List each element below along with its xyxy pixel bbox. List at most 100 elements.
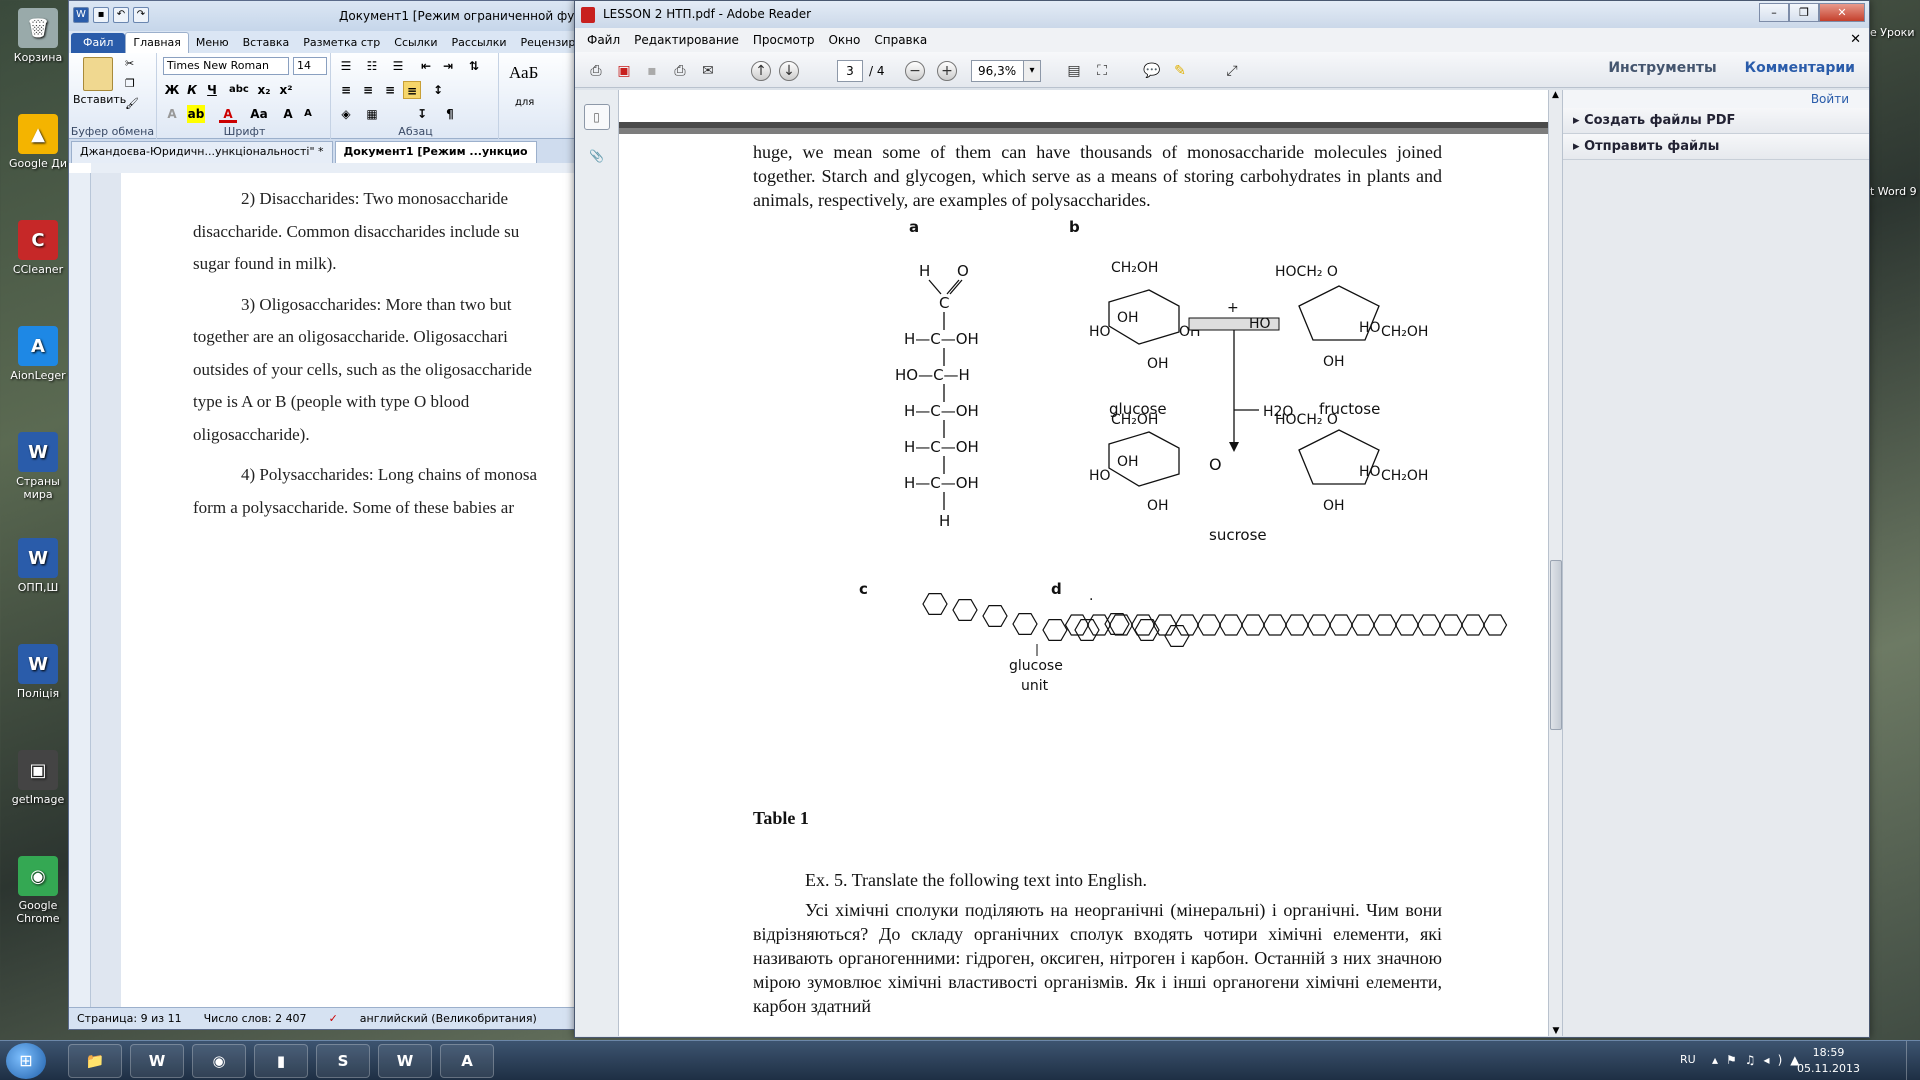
close-document-icon[interactable]: ✕ [1850,28,1861,52]
taskbar-app-button[interactable]: W [130,1044,184,1078]
justify-icon[interactable]: ≡ [403,81,421,99]
redo-icon[interactable]: ↷ [133,7,149,23]
document-tab[interactable]: Документ1 [Режим ...ункцио [334,141,537,163]
align-left-icon[interactable]: ≡ [337,81,355,99]
pdf-vertical-scrollbar[interactable]: ▲ ▼ [1548,90,1562,1036]
ribbon-tab[interactable]: Главная [125,32,189,53]
save-icon[interactable]: ▪ [641,60,663,82]
desktop-icon[interactable]: W Страны мира [8,432,68,501]
menu-item[interactable]: Редактирование [634,28,739,52]
fit-width-icon[interactable]: ⛶ [1091,60,1113,82]
taskbar-app-button[interactable]: ◉ [192,1044,246,1078]
change-case-icon[interactable]: Aa [247,105,271,123]
highlight-icon[interactable]: ✎ [1169,60,1191,82]
comments-tab[interactable]: Комментарии [1745,60,1855,76]
underline-button[interactable]: Ч [203,81,221,99]
system-clock[interactable]: 18:59 05.11.2013 [1797,1045,1860,1077]
italic-button[interactable]: К [183,81,201,99]
desktop-icon[interactable]: ▣ getImage [8,750,68,806]
undo-icon[interactable]: ↶ [113,7,129,23]
create-pdf-section[interactable]: ▸ Создать файлы PDF [1563,108,1869,134]
shading-icon[interactable]: ◈ [337,105,355,123]
login-link[interactable]: Войти [1563,90,1869,108]
superscript-button[interactable]: x² [277,81,295,99]
create-pdf-icon[interactable]: ⎙ [585,60,607,82]
ribbon-tab[interactable]: Ссылки [387,33,444,53]
desktop-icon[interactable]: ◉ Google Chrome [8,856,68,925]
page-thumbnails-icon[interactable]: ▯ [583,104,610,130]
desktop-icon[interactable]: C CCleaner [8,220,68,276]
desktop-icon[interactable]: 🗑 Корзина [8,8,68,64]
copy-icon[interactable]: ❐ [125,77,135,90]
grow-font-icon[interactable]: A [279,105,297,123]
taskbar-app-button[interactable]: A [440,1044,494,1078]
increase-indent-icon[interactable]: ⇥ [439,57,457,75]
export-pdf-icon[interactable]: ▣ [613,60,635,82]
print-icon[interactable]: ⎙ [669,60,691,82]
zoom-in-icon[interactable]: + [937,61,957,81]
ribbon-tab[interactable]: Разметка стр [296,33,387,53]
bold-button[interactable]: Ж [163,81,181,99]
save-icon[interactable]: ▪ [93,7,109,23]
page-number-input[interactable]: 3 [837,60,863,82]
taskbar-app-button[interactable]: S [316,1044,370,1078]
scroll-down-arrow[interactable]: ▼ [1549,1026,1562,1036]
zoom-level-select[interactable]: 96,3% [971,60,1041,82]
align-center-icon[interactable]: ≡ [359,81,377,99]
font-size-box[interactable]: 14 [293,57,327,75]
desktop-right-item[interactable]: t Word 9 [1870,181,1920,202]
multilevel-icon[interactable]: ☰ [389,57,407,75]
zoom-out-icon[interactable]: − [905,61,925,81]
word-window[interactable]: W ▪ ↶ ↷ Документ1 [Режим ограниченной фу… [68,0,588,1030]
desktop-icon[interactable]: A AionLeger [8,326,68,382]
ribbon-tab[interactable]: Меню [189,33,236,53]
text-effects-icon[interactable]: A [163,105,181,123]
attachments-icon[interactable]: 📎 [584,144,610,170]
taskbar-app-button[interactable]: ▮ [254,1044,308,1078]
format-painter-icon[interactable]: 🖌 [125,97,139,110]
word-document-area[interactable]: 2) Disaccharides: Two monosaccharide disa… [91,173,587,1009]
word-page[interactable]: 2) Disaccharides: Two monosaccharide disa… [121,173,587,1009]
decrease-indent-icon[interactable]: ⇤ [417,57,435,75]
maximize-button[interactable]: ❐ [1789,3,1819,22]
pdf-page[interactable]: huge, we mean some of them can have thou… [619,134,1548,1036]
document-tab[interactable]: Джандоєва-Юридичн...ункціональності" * [71,141,333,163]
taskbar-app-button[interactable]: 📁 [68,1044,122,1078]
send-files-section[interactable]: ▸ Отправить файлы [1563,134,1869,160]
spellcheck-icon[interactable]: ✓ [329,1008,338,1029]
adobe-reader-window[interactable]: LESSON 2 НТП.pdf - Adobe Reader – ❐ ✕ Фа… [574,0,1870,1038]
menu-item[interactable]: Просмотр [753,28,815,52]
numbering-icon[interactable]: ☷ [363,57,381,75]
ribbon-tab[interactable]: Вставка [236,33,297,53]
desktop-icon[interactable]: ▲ Google Ди [8,114,68,170]
word-app-icon[interactable]: W [73,7,89,23]
menu-item[interactable]: Справка [874,28,927,52]
status-page[interactable]: Страница: 9 из 11 [77,1008,182,1029]
close-button[interactable]: ✕ [1819,3,1865,22]
show-desktop-button[interactable] [1906,1041,1920,1080]
full-screen-icon[interactable]: ⤢ [1221,60,1243,82]
ribbon-tab[interactable]: Рассылки [445,33,514,53]
previous-page-icon[interactable]: ↑ [751,61,771,81]
tools-tab[interactable]: Инструменты [1608,60,1716,76]
shrink-font-icon[interactable]: A [299,105,317,123]
vertical-ruler[interactable] [69,173,91,1009]
menu-item[interactable]: Файл [587,28,620,52]
align-right-icon[interactable]: ≡ [381,81,399,99]
cut-icon[interactable]: ✂ [125,57,134,70]
sort-icon[interactable]: ⇅ [465,57,483,75]
paste-icon[interactable] [83,57,113,91]
minimize-button[interactable]: – [1759,3,1789,22]
input-language[interactable]: RU [1680,1053,1696,1066]
highlight-icon[interactable]: ab [187,105,205,123]
show-marks-icon[interactable]: ¶ [441,105,459,123]
font-color-icon[interactable]: A [219,105,237,123]
desktop-icon[interactable]: W Поліція [8,644,68,700]
fit-page-icon[interactable]: ▤ [1063,60,1085,82]
next-page-icon[interactable]: ↓ [779,61,799,81]
borders-icon[interactable]: ▦ [363,105,381,123]
comment-icon[interactable]: 💬 [1141,60,1163,82]
paste-button[interactable]: Вставить [73,93,126,106]
scroll-thumb[interactable] [1550,560,1562,730]
strikethrough-button[interactable]: abc [229,81,249,99]
